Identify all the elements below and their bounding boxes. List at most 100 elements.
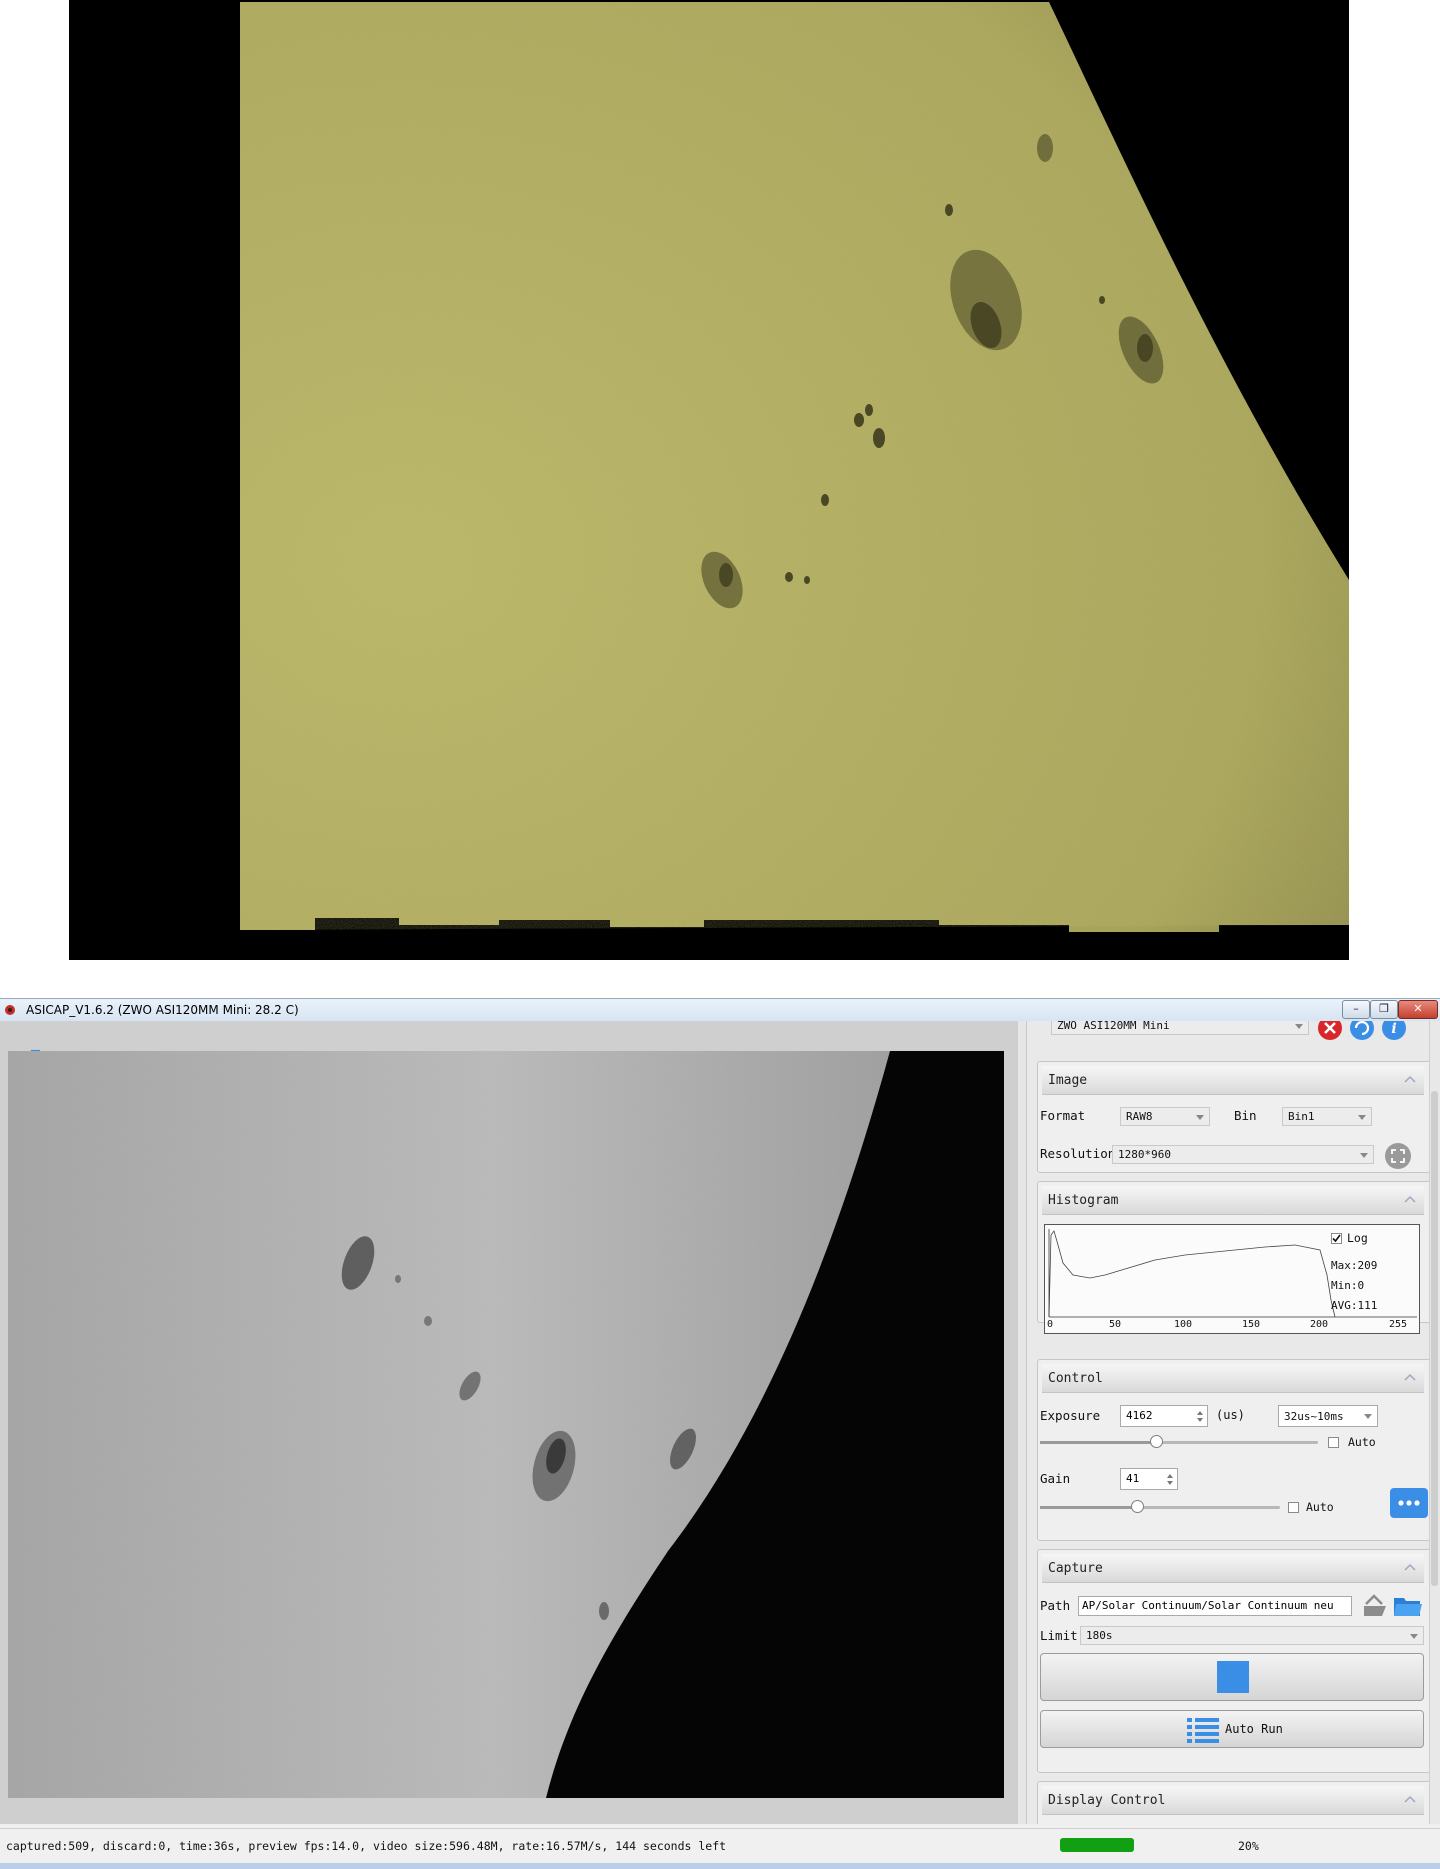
path-value: AP/Solar Continuum/Solar Continuum neu (1082, 1599, 1334, 1612)
collapse-chevron-icon[interactable] (1404, 1794, 1416, 1804)
gain-slider-knob[interactable] (1131, 1500, 1145, 1513)
open-output-folder-icon[interactable] (1360, 1592, 1390, 1620)
gain-label: Gain (1040, 1471, 1071, 1486)
panel-scrollbar[interactable] (1429, 1021, 1440, 1824)
roi-fullframe-icon[interactable] (1384, 1142, 1412, 1170)
resolution-label: Resolution (1040, 1146, 1116, 1161)
settings-panel: ZWO ASI120MM Mini i Image Format RAW8 Bi… (1018, 1021, 1440, 1824)
histogram-tick-255: 255 (1389, 1319, 1408, 1330)
solar-disk-grayscale (8, 1051, 1004, 1798)
display-control-section: Display Control (1037, 1781, 1431, 1824)
capture-section-title: Capture (1048, 1561, 1103, 1576)
format-select[interactable]: RAW8 (1120, 1107, 1210, 1126)
gain-slider-fill (1040, 1506, 1139, 1509)
limit-value: 180s (1086, 1629, 1113, 1642)
image-section: Image Format RAW8 Bin Bin1 Resolution 12… (1037, 1061, 1431, 1173)
exposure-slider-knob[interactable] (1149, 1435, 1163, 1448)
histogram-avg: AVG:111 (1331, 1299, 1378, 1312)
collapse-chevron-icon[interactable] (1404, 1074, 1416, 1084)
path-label: Path (1040, 1598, 1071, 1613)
close-camera-icon[interactable] (1317, 1021, 1343, 1041)
bin-value: Bin1 (1288, 1110, 1315, 1123)
checkmark-icon (1332, 1234, 1341, 1243)
image-section-header[interactable]: Image (1042, 1066, 1424, 1095)
camera-select[interactable]: ZWO ASI120MM Mini (1051, 1021, 1309, 1035)
path-input[interactable]: AP/Solar Continuum/Solar Continuum neu (1078, 1596, 1352, 1616)
histogram-section-title: Histogram (1048, 1193, 1119, 1208)
log-checkbox[interactable] (1331, 1233, 1342, 1244)
display-control-header[interactable]: Display Control (1042, 1786, 1424, 1815)
collapse-chevron-icon[interactable] (1404, 1562, 1416, 1572)
folder-icon[interactable] (1392, 1592, 1424, 1620)
exposure-input[interactable]: 4162 (1120, 1405, 1208, 1427)
display-control-title: Display Control (1048, 1793, 1166, 1808)
exposure-slider[interactable] (1040, 1435, 1318, 1448)
exposure-range-value: 32us~10ms (1284, 1410, 1344, 1423)
refresh-icon[interactable] (1349, 1021, 1375, 1041)
list-icon (1187, 1718, 1219, 1743)
live-preview[interactable] (8, 1051, 1004, 1798)
histogram-section-header[interactable]: Histogram (1042, 1186, 1424, 1215)
solar-disk-yellow (69, 0, 1349, 960)
os-taskbar (0, 1863, 1440, 1869)
stop-icon (1217, 1661, 1249, 1693)
histogram-section: Histogram Log Max:209 Min:0 AVG:111 0 50… (1037, 1181, 1431, 1334)
maximize-button[interactable]: ❐ (1370, 1000, 1398, 1019)
capture-status-text: captured:509, discard:0, time:36s, previ… (6, 1839, 727, 1853)
window-title: ASICAP_V1.6.2 (ZWO ASI120MM Mini: 28.2 C… (26, 1003, 299, 1017)
histogram-min: Min:0 (1331, 1279, 1365, 1292)
panel-scrollbar-thumb[interactable] (1431, 1091, 1438, 1586)
processed-solar-image (69, 0, 1349, 960)
format-value: RAW8 (1126, 1110, 1153, 1123)
image-section-title: Image (1048, 1073, 1088, 1088)
exposure-range-select[interactable]: 32us~10ms (1278, 1405, 1378, 1427)
capture-progress-label: 20% (1238, 1839, 1259, 1853)
gain-value: 41 (1126, 1472, 1140, 1485)
bin-select[interactable]: Bin1 (1282, 1107, 1372, 1126)
histogram-max: Max:209 (1331, 1259, 1378, 1272)
exposure-unit: (us) (1216, 1408, 1245, 1422)
exposure-slider-fill (1040, 1441, 1157, 1444)
close-button[interactable]: ✕ (1398, 1000, 1438, 1019)
asicap-window: ASICAP_V1.6.2 (ZWO ASI120MM Mini: 28.2 C… (0, 998, 1440, 1869)
collapse-chevron-icon[interactable] (1404, 1194, 1416, 1204)
histogram-tick-200: 200 (1310, 1319, 1329, 1330)
gain-input[interactable]: 41 (1120, 1468, 1178, 1490)
status-bar: captured:509, discard:0, time:36s, previ… (0, 1828, 1440, 1869)
bin-label: Bin (1234, 1108, 1257, 1123)
resolution-select[interactable]: 1280*960 (1112, 1145, 1374, 1164)
histogram-tick-0: 0 (1047, 1319, 1054, 1330)
exposure-label: Exposure (1040, 1408, 1101, 1423)
minimize-button[interactable]: – (1342, 1000, 1370, 1019)
exposure-value: 4162 (1126, 1409, 1153, 1422)
settings-panel-inner: ZWO ASI120MM Mini i Image Format RAW8 Bi… (1026, 1021, 1431, 1824)
capture-section: Capture Path AP/Solar Continuum/Solar Co… (1037, 1549, 1431, 1773)
limit-select[interactable]: 180s (1080, 1626, 1424, 1645)
info-icon[interactable]: i (1381, 1021, 1407, 1041)
preview-area (0, 1021, 1018, 1824)
capture-progress-bar (1060, 1838, 1134, 1852)
control-section-title: Control (1048, 1371, 1103, 1386)
auto-run-button[interactable]: Auto Run (1040, 1710, 1424, 1748)
histogram-tick-50: 50 (1109, 1319, 1122, 1330)
app-icon (5, 1005, 15, 1015)
collapse-chevron-icon[interactable] (1404, 1372, 1416, 1382)
stop-capture-button[interactable] (1040, 1653, 1424, 1701)
capture-section-header[interactable]: Capture (1042, 1554, 1424, 1583)
svg-text:i: i (1391, 1021, 1396, 1037)
format-label: Format (1040, 1108, 1086, 1123)
gain-slider[interactable] (1040, 1500, 1280, 1513)
control-section-header[interactable]: Control (1042, 1364, 1424, 1393)
limit-label: Limit (1040, 1628, 1078, 1643)
more-settings-icon[interactable] (1390, 1488, 1428, 1518)
resolution-value: 1280*960 (1118, 1148, 1171, 1161)
auto-run-label: Auto Run (1225, 1722, 1283, 1736)
exposure-auto-checkbox[interactable] (1328, 1437, 1339, 1448)
histogram-plot: Log Max:209 Min:0 AVG:111 0 50 100 150 2… (1044, 1224, 1420, 1334)
gain-auto-checkbox[interactable] (1288, 1502, 1299, 1513)
histogram-tick-150: 150 (1242, 1319, 1261, 1330)
exposure-auto-label: Auto (1348, 1435, 1376, 1449)
histogram-tick-100: 100 (1174, 1319, 1193, 1330)
title-bar[interactable]: ASICAP_V1.6.2 (ZWO ASI120MM Mini: 28.2 C… (0, 998, 1440, 1022)
gain-auto-label: Auto (1306, 1500, 1334, 1514)
